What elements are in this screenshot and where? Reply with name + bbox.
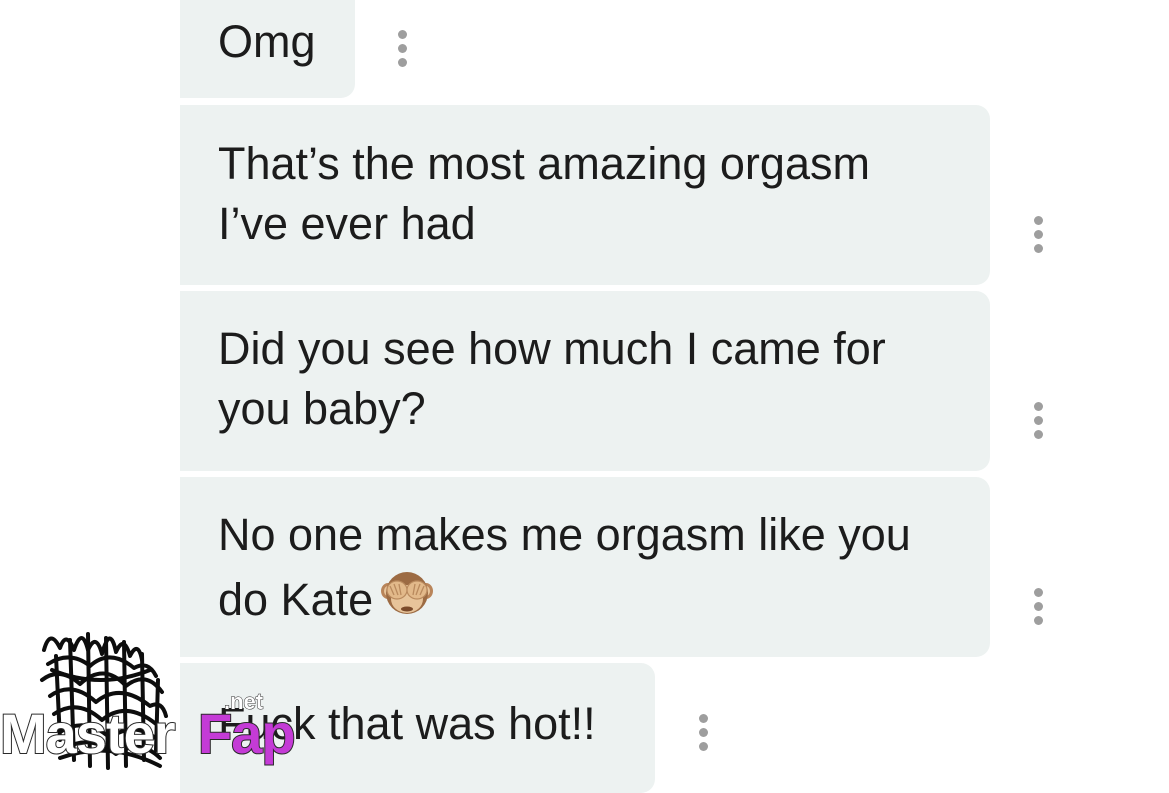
message-bubble[interactable]: Omg [180,0,355,98]
message-bubble[interactable]: Did you see how much I came for you baby… [180,291,990,471]
watermark-suffix: .net [223,689,264,714]
message-menu-icon[interactable] [1032,588,1044,625]
message-text: Omg [218,16,316,67]
message-menu-icon[interactable] [697,714,709,751]
message-bubble[interactable]: No one makes me orgasm like you do Kate [180,477,990,657]
see-no-evil-monkey-icon [381,572,434,614]
message-menu-icon[interactable] [396,30,408,67]
message-bubble[interactable]: That’s the most amazing orgasm I’ve ever… [180,105,990,285]
watermark-logo: Master Fap .net [0,689,320,772]
message-text: Did you see how much I came for you baby… [218,323,886,434]
watermark-brand-first: Master [0,702,177,765]
message-menu-icon[interactable] [1032,216,1044,253]
message-text: That’s the most amazing orgasm I’ve ever… [218,138,870,249]
message-menu-icon[interactable] [1032,402,1044,439]
message-text: No one makes me orgasm like you do Kate [218,509,911,625]
